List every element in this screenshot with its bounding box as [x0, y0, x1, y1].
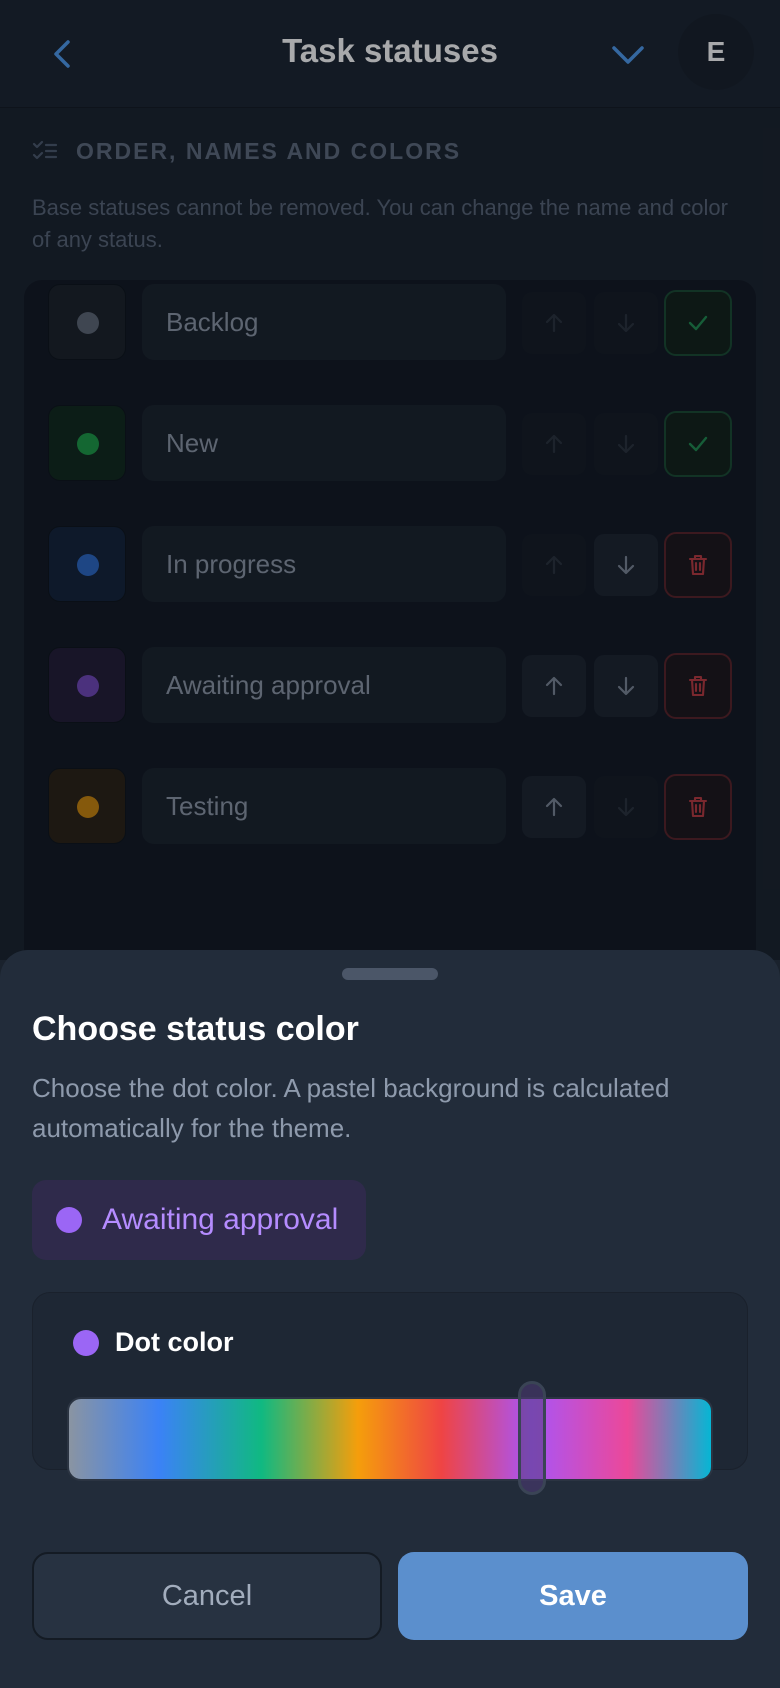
hue-slider-track[interactable] — [67, 1397, 713, 1481]
hue-slider-thumb[interactable] — [518, 1381, 547, 1495]
status-preview-badge: Awaiting approval — [32, 1180, 367, 1260]
cancel-button[interactable]: Cancel — [32, 1552, 382, 1640]
color-picker-sheet: Choose status color Choose the dot color… — [0, 950, 780, 1688]
sheet-title: Choose status color — [32, 1010, 359, 1048]
dot-color-header: Dot color — [73, 1327, 234, 1358]
sheet-backdrop[interactable] — [0, 0, 780, 960]
preview-label: Awaiting approval — [102, 1203, 339, 1236]
task-statuses-screen: Task statuses E ORDER, NAMES AND COLORS … — [0, 0, 780, 1688]
sheet-description: Choose the dot color. A pastel backgroun… — [32, 1073, 670, 1143]
dot-color-indicator — [73, 1329, 99, 1356]
preview-dot — [56, 1207, 82, 1233]
save-button[interactable]: Save — [398, 1552, 748, 1640]
dot-color-panel: Dot color — [32, 1292, 748, 1495]
dot-color-label: Dot color — [115, 1327, 234, 1357]
sheet-grabber[interactable] — [342, 968, 438, 980]
